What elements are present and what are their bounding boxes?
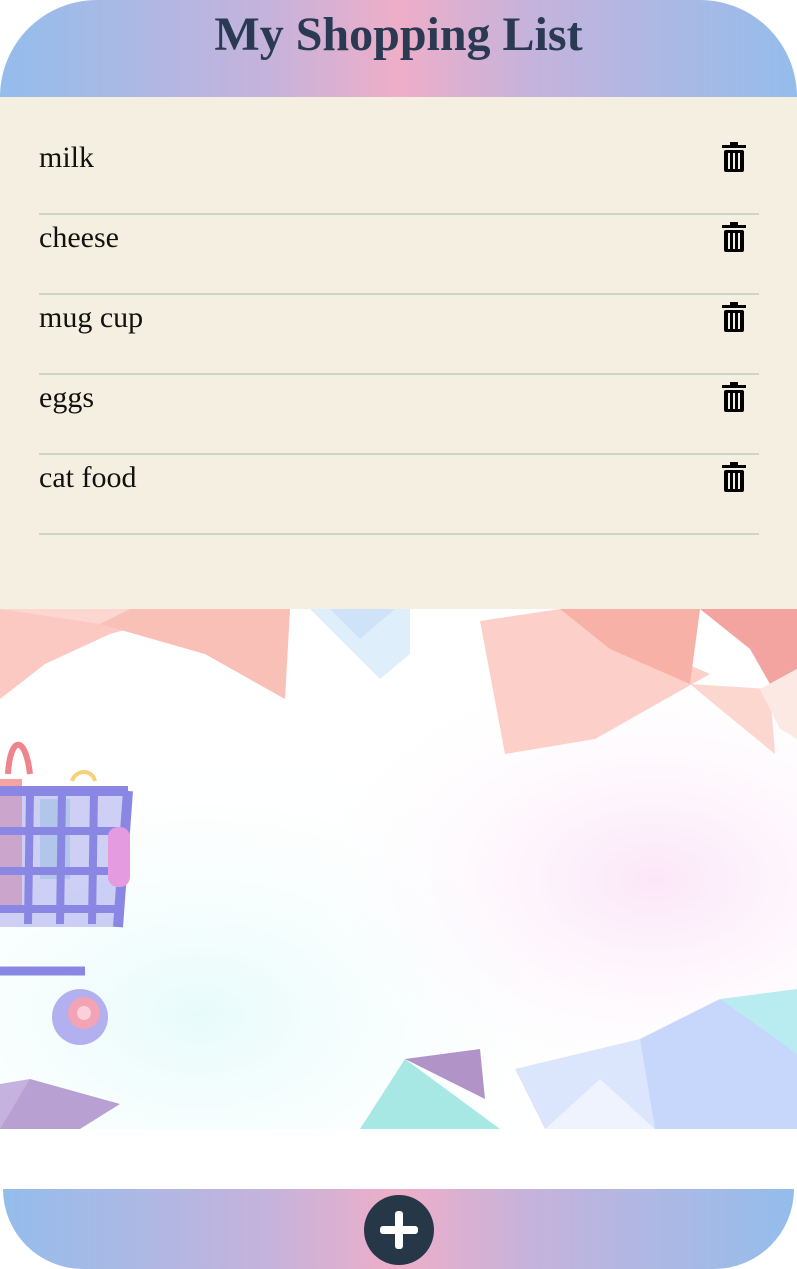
shopping-list-app: My Shopping List milk cheese mug cup egg… [0, 0, 797, 1269]
app-footer [3, 1189, 794, 1269]
list-item: cat food [39, 455, 759, 535]
list-item: milk [39, 135, 759, 215]
page-title: My Shopping List [214, 8, 583, 61]
list-item: mug cup [39, 295, 759, 375]
shopping-list: milk cheese mug cup eggs cat food [39, 135, 759, 535]
plus-icon [380, 1211, 418, 1249]
add-item-button[interactable] [364, 1195, 434, 1265]
trash-icon[interactable] [722, 382, 746, 412]
trash-icon[interactable] [722, 302, 746, 332]
list-panel: milk cheese mug cup eggs cat food [0, 97, 797, 609]
item-label: eggs [39, 381, 94, 414]
item-label: mug cup [39, 301, 144, 334]
list-item: cheese [39, 215, 759, 295]
trash-icon[interactable] [722, 462, 746, 492]
item-label: cheese [39, 221, 119, 254]
item-label: milk [39, 141, 95, 174]
trash-icon[interactable] [722, 142, 746, 172]
trash-icon[interactable] [722, 222, 746, 252]
app-header: My Shopping List [0, 0, 797, 97]
item-label: cat food [39, 461, 137, 494]
background-illustration [0, 609, 797, 1129]
list-item: eggs [39, 375, 759, 455]
